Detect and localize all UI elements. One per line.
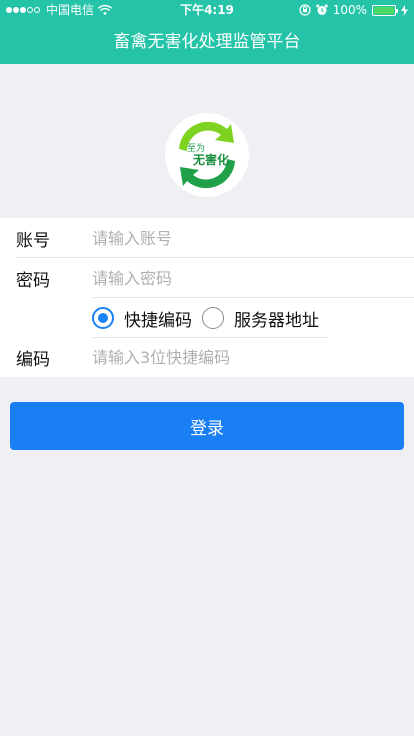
orientation-lock-icon [299, 4, 311, 16]
radio-unchecked-icon[interactable] [202, 307, 224, 329]
password-label: 密码 [16, 270, 50, 291]
password-row: 密码 [0, 258, 414, 298]
charging-icon [401, 4, 408, 16]
account-row: 账号 [0, 218, 414, 258]
option-server-address-label: 服务器地址 [234, 310, 319, 331]
battery-icon [372, 4, 398, 16]
logo-text-line2: 无害化 [192, 152, 229, 167]
option-quick-code[interactable]: 快捷编码 [92, 306, 192, 331]
code-label: 编码 [16, 349, 50, 370]
login-button-label: 登录 [190, 418, 224, 439]
option-quick-code-label: 快捷编码 [124, 310, 192, 331]
top-bar: 中国电信 下午4:19 100% 畜禽无害化处理监管平台 [0, 0, 414, 64]
status-right: 100% [299, 0, 408, 20]
battery-fill [374, 6, 394, 14]
page-title: 畜禽无害化处理监管平台 [113, 32, 301, 52]
option-server-address[interactable]: 服务器地址 [202, 306, 319, 331]
battery-percentage: 100% [332, 3, 367, 17]
login-mode-selector: 快捷编码 服务器地址 [92, 298, 319, 338]
recycle-logo-icon: 至为 无害化 [179, 121, 235, 189]
account-input[interactable] [92, 228, 392, 248]
password-input[interactable] [92, 268, 392, 288]
login-form: 账号 密码 快捷编码 服务器地址 编码 [0, 218, 414, 377]
account-label: 账号 [16, 230, 50, 251]
code-row: 编码 [0, 337, 414, 377]
status-bar: 中国电信 下午4:19 100% [0, 0, 414, 20]
login-button[interactable]: 登录 [10, 402, 404, 450]
alarm-icon [315, 4, 328, 15]
radio-checked-icon[interactable] [92, 307, 114, 329]
app-logo: 至为 无害化 [165, 113, 249, 197]
code-input[interactable] [92, 347, 392, 367]
